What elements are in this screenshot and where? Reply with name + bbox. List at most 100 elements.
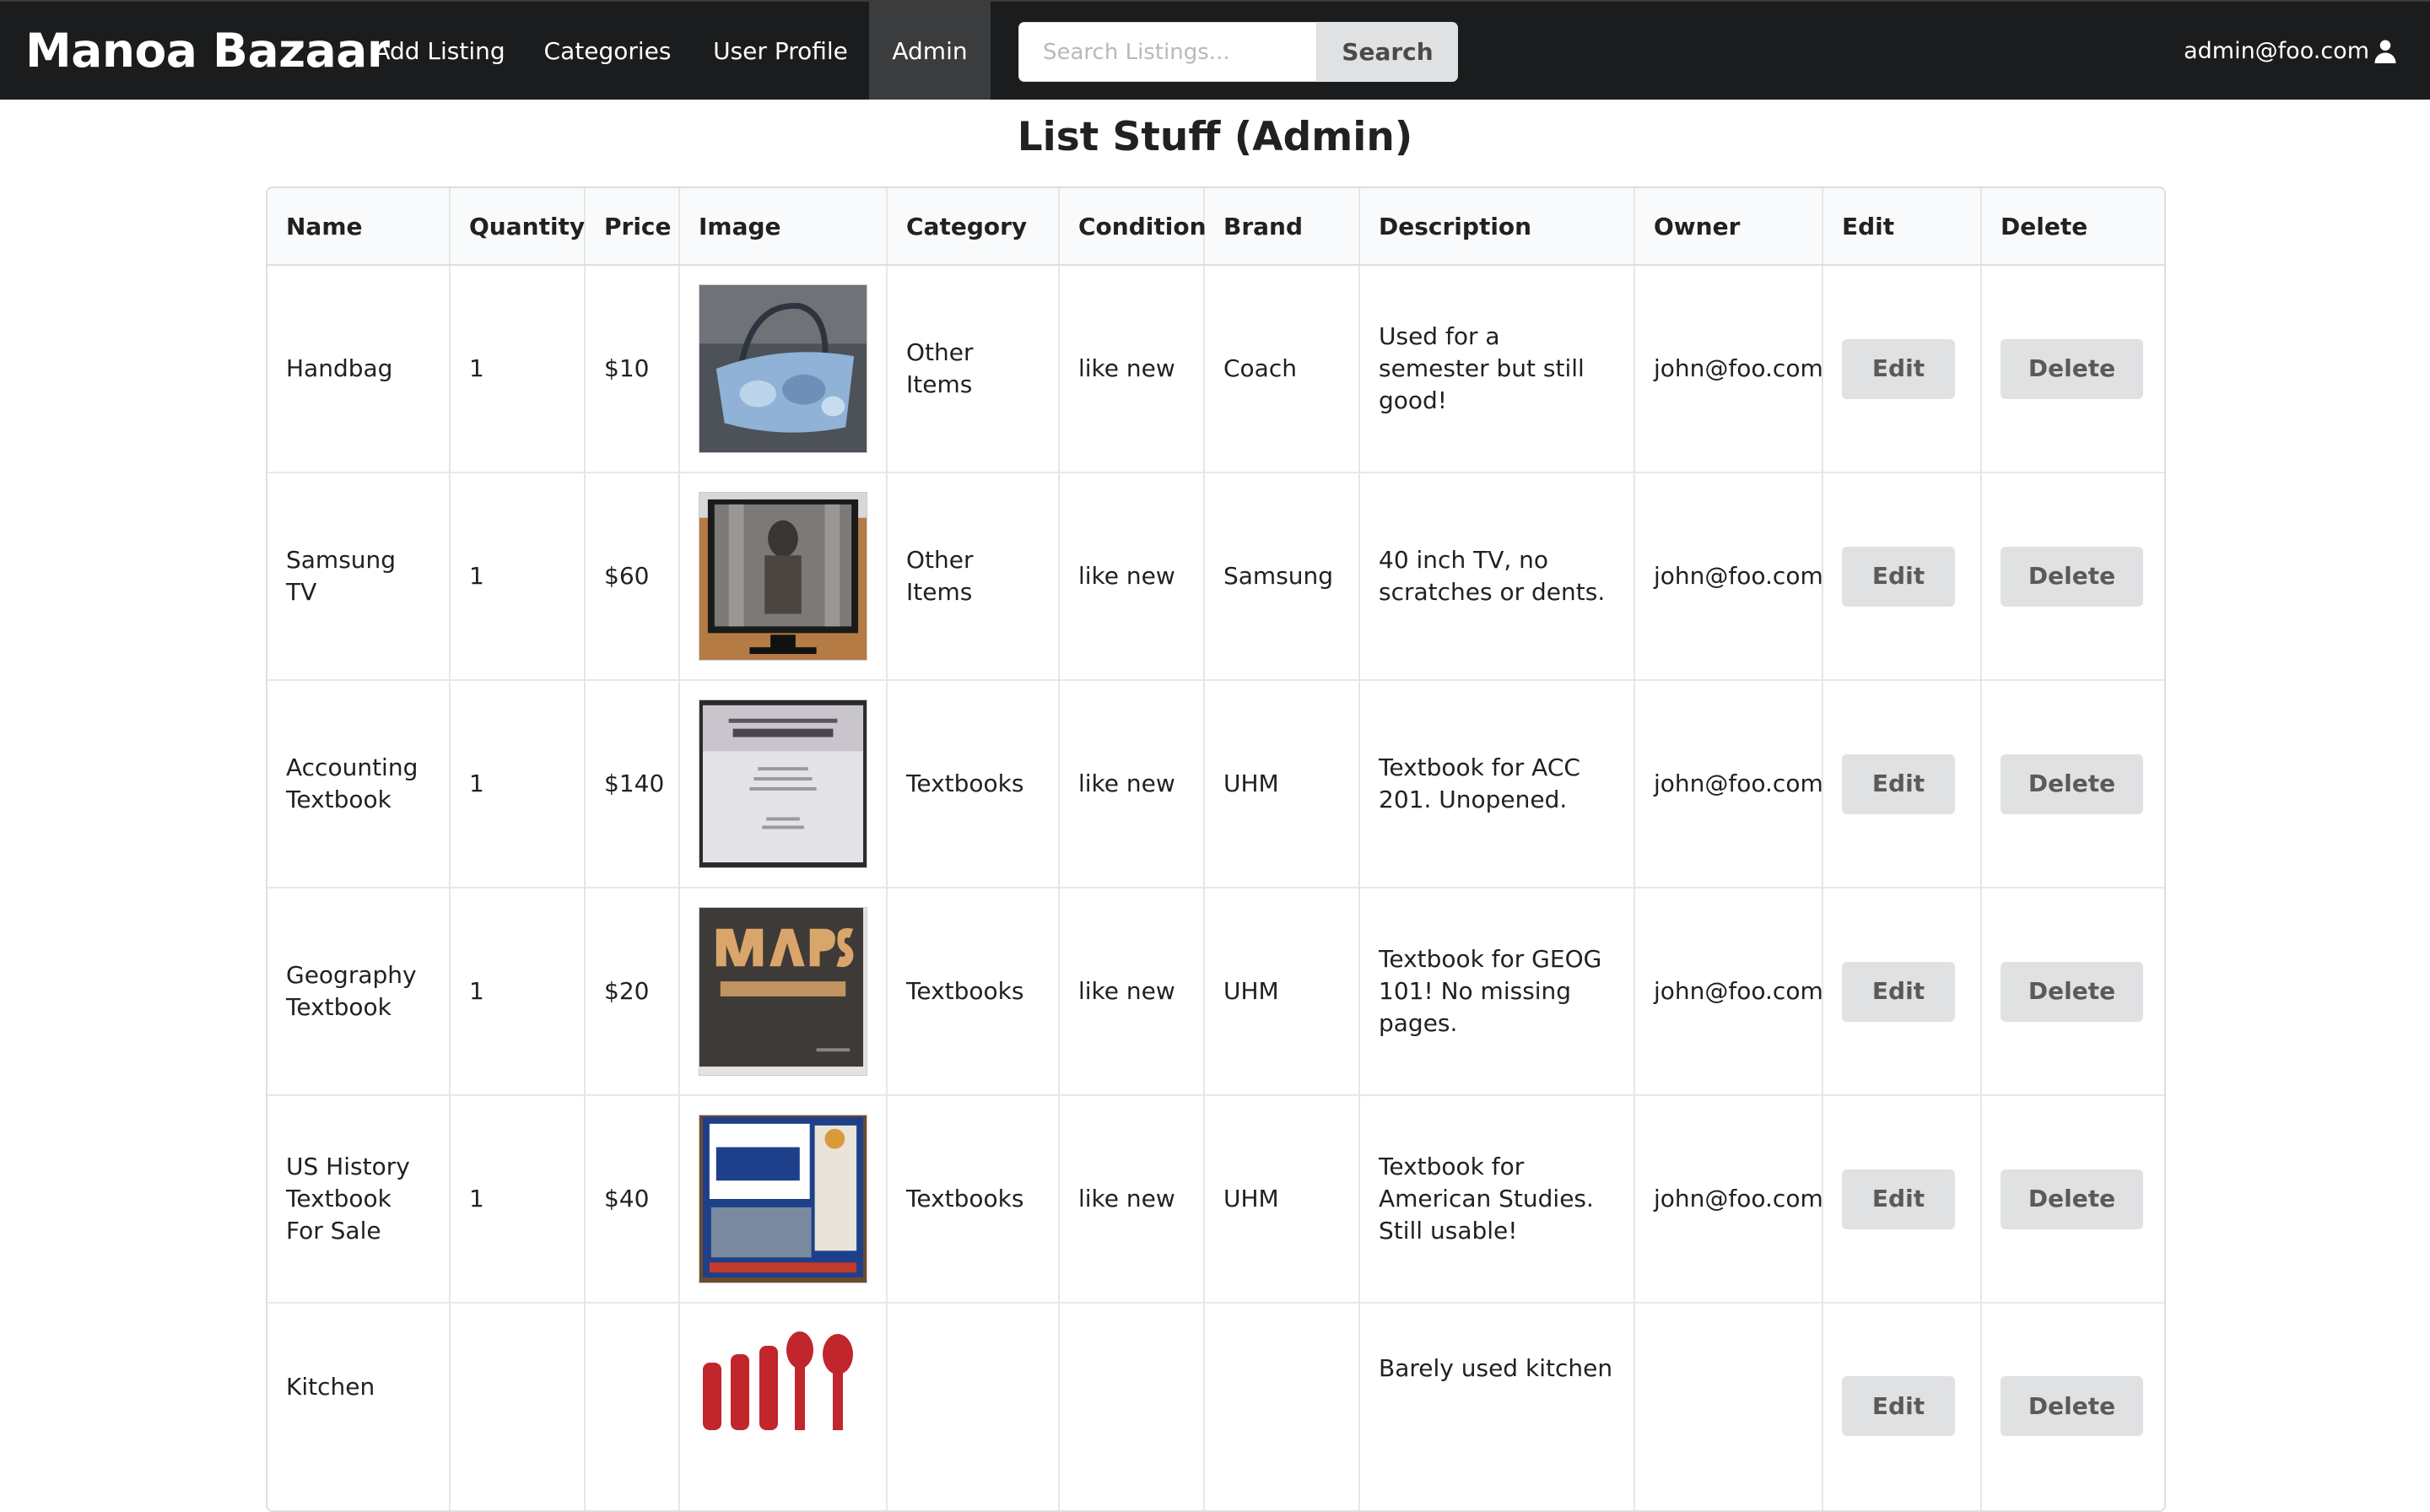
cell-price: $10 [584, 265, 679, 472]
cell-price: $140 [584, 679, 679, 888]
edit-button[interactable]: Edit [1842, 961, 1955, 1022]
user-email: admin@foo.com [2184, 37, 2369, 64]
cell-owner [1634, 1302, 1822, 1510]
nav-item-categories[interactable]: Categories [540, 2, 675, 100]
cell-name: US History Textbook For Sale [267, 1094, 450, 1303]
search-input[interactable] [1018, 22, 1317, 82]
cell-description: Textbook for ACC 201. Unopened. [1358, 679, 1634, 888]
column-header-brand: Brand [1203, 188, 1359, 266]
cell-edit: Edit [1822, 1094, 1981, 1303]
edit-button[interactable]: Edit [1842, 753, 1955, 814]
cell-image [678, 1302, 887, 1510]
cell-condition [1058, 1302, 1204, 1510]
cell-owner: john@foo.com [1634, 472, 1823, 680]
cell-description: Textbook for American Studies. Still usa… [1358, 1094, 1634, 1303]
column-header-quantity: Quantity [449, 188, 585, 266]
cell-edit: Edit [1822, 1302, 1981, 1510]
column-header-description: Description [1358, 188, 1634, 266]
edit-button[interactable]: Edit [1842, 1169, 1955, 1229]
column-header-edit: Edit [1822, 188, 1981, 266]
column-header-price: Price [584, 188, 679, 266]
cell-edit: Edit [1822, 887, 1981, 1095]
cell-price: $40 [584, 1094, 679, 1303]
table-row: Geography Textbook 1 $20 Textbooks like … [267, 887, 2164, 1095]
cell-edit: Edit [1822, 472, 1981, 680]
cell-delete: Delete [1980, 679, 2164, 888]
cell-delete: Delete [1980, 1302, 2164, 1510]
listings-table: Name Quantity Price Image Category Condi… [266, 186, 2166, 1512]
cell-name: Kitchen [267, 1302, 450, 1510]
delete-button[interactable]: Delete [2001, 1376, 2143, 1436]
cell-condition: like new [1058, 887, 1204, 1095]
search-button[interactable]: Search [1317, 22, 1458, 82]
nav-item-admin[interactable]: Admin [869, 2, 991, 100]
cell-quantity: 1 [449, 265, 585, 472]
edit-button[interactable]: Edit [1842, 546, 1955, 607]
cell-category: Textbooks [886, 1094, 1059, 1303]
cell-name: Accounting Textbook [267, 679, 450, 888]
page-title: List Stuff (Admin) [1017, 114, 1413, 160]
edit-button[interactable]: Edit [1842, 1376, 1955, 1436]
cell-brand: UHM [1203, 1094, 1359, 1303]
cell-delete: Delete [1980, 1094, 2164, 1303]
cell-owner: john@foo.com [1634, 265, 1823, 472]
cell-quantity [449, 1302, 585, 1510]
table-header-row: Name Quantity Price Image Category Condi… [267, 188, 2164, 266]
cell-delete: Delete [1980, 887, 2164, 1095]
cell-edit: Edit [1822, 265, 1981, 472]
cell-name: Geography Textbook [267, 887, 450, 1095]
cell-price: $20 [584, 887, 679, 1095]
cell-description: Textbook for GEOG 101! No missing pages. [1358, 887, 1634, 1095]
nav-item-user-profile[interactable]: User Profile [705, 2, 856, 100]
cell-quantity: 1 [449, 679, 585, 888]
cell-category [886, 1302, 1059, 1510]
delete-button[interactable]: Delete [2001, 1169, 2143, 1229]
column-header-category: Category [886, 188, 1059, 266]
delete-button[interactable]: Delete [2001, 753, 2143, 814]
cell-category: Textbooks [886, 887, 1059, 1095]
delete-button[interactable]: Delete [2001, 338, 2143, 399]
cell-brand: UHM [1203, 679, 1359, 888]
us-history-book-photo [699, 1115, 867, 1283]
cell-delete: Delete [1980, 265, 2164, 472]
column-header-condition: Condition [1058, 188, 1207, 266]
cell-condition: like new [1058, 472, 1204, 680]
brand-logo[interactable]: Manoa Bazaar [25, 24, 390, 78]
cell-quantity: 1 [449, 887, 585, 1095]
tv-photo [699, 492, 867, 661]
handbag-photo [699, 284, 867, 453]
edit-button[interactable]: Edit [1842, 338, 1955, 399]
cell-description: Used for a semester but still good! [1358, 265, 1634, 472]
top-navbar: Manoa Bazaar Add Listing Categories User… [0, 0, 2430, 100]
cell-quantity: 1 [449, 472, 585, 680]
table-row: Accounting Textbook 1 $140 Textbooks lik… [267, 679, 2164, 888]
table-row: US History Textbook For Sale 1 $40 Textb… [267, 1094, 2164, 1303]
cell-price [584, 1302, 679, 1510]
cell-owner: john@foo.com [1634, 887, 1823, 1095]
column-header-owner: Owner [1634, 188, 1822, 266]
user-icon [2373, 38, 2398, 63]
cell-condition: like new [1058, 1094, 1204, 1303]
delete-button[interactable]: Delete [2001, 961, 2143, 1022]
nav-item-add-listing[interactable]: Add Listing [369, 2, 510, 100]
delete-button[interactable]: Delete [2001, 546, 2143, 607]
cell-quantity: 1 [449, 1094, 585, 1303]
column-header-delete: Delete [1980, 188, 2164, 266]
cell-brand [1203, 1302, 1359, 1510]
column-header-name: Name [267, 188, 450, 266]
cell-edit: Edit [1822, 679, 1981, 888]
cell-owner: john@foo.com [1634, 1094, 1823, 1303]
cell-description: Barely used kitchen [1358, 1302, 1634, 1510]
cell-brand: Samsung [1203, 472, 1359, 680]
cell-description: 40 inch TV, no scratches or dents. [1358, 472, 1634, 680]
cell-image [678, 679, 887, 888]
kitchen-utensils-photo [699, 1329, 867, 1498]
table-row: Samsung TV 1 $60 Other Items like new Sa… [267, 472, 2164, 680]
table-row: Handbag 1 $10 Other Items like new Coach… [267, 265, 2164, 472]
accounting-book-photo [699, 699, 867, 868]
cell-category: Other Items [886, 265, 1059, 472]
cell-condition: like new [1058, 679, 1204, 888]
user-menu[interactable]: admin@foo.com [2184, 2, 2398, 100]
cell-brand: UHM [1203, 887, 1359, 1095]
maps-book-photo [699, 907, 867, 1076]
